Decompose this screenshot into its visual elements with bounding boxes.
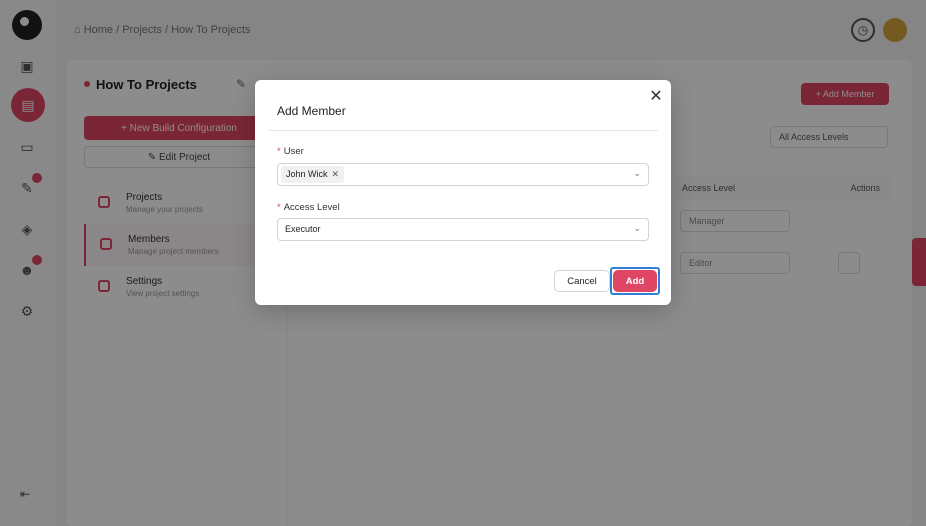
cancel-button[interactable]: Cancel [554,270,610,292]
add-button[interactable]: Add [613,270,657,292]
user-tag: John Wick ✕ [281,166,345,183]
user-label: * User [277,146,304,157]
user-select[interactable]: John Wick ✕ ⌄ [277,163,649,186]
chevron-down-icon: ⌄ [633,168,641,178]
modal-title: Add Member [277,104,346,118]
chevron-down-icon: ⌄ [633,223,641,233]
divider [269,130,658,131]
close-icon[interactable]: ✕ [647,88,665,106]
access-level-label: * Access Level [277,202,340,213]
add-member-modal: Add Member ✕ * User John Wick ✕ ⌄ * Access … [255,80,671,305]
remove-tag-icon[interactable]: ✕ [332,169,340,179]
access-level-value: Executor [285,224,321,234]
access-level-select[interactable]: Executor ⌄ [277,218,649,241]
